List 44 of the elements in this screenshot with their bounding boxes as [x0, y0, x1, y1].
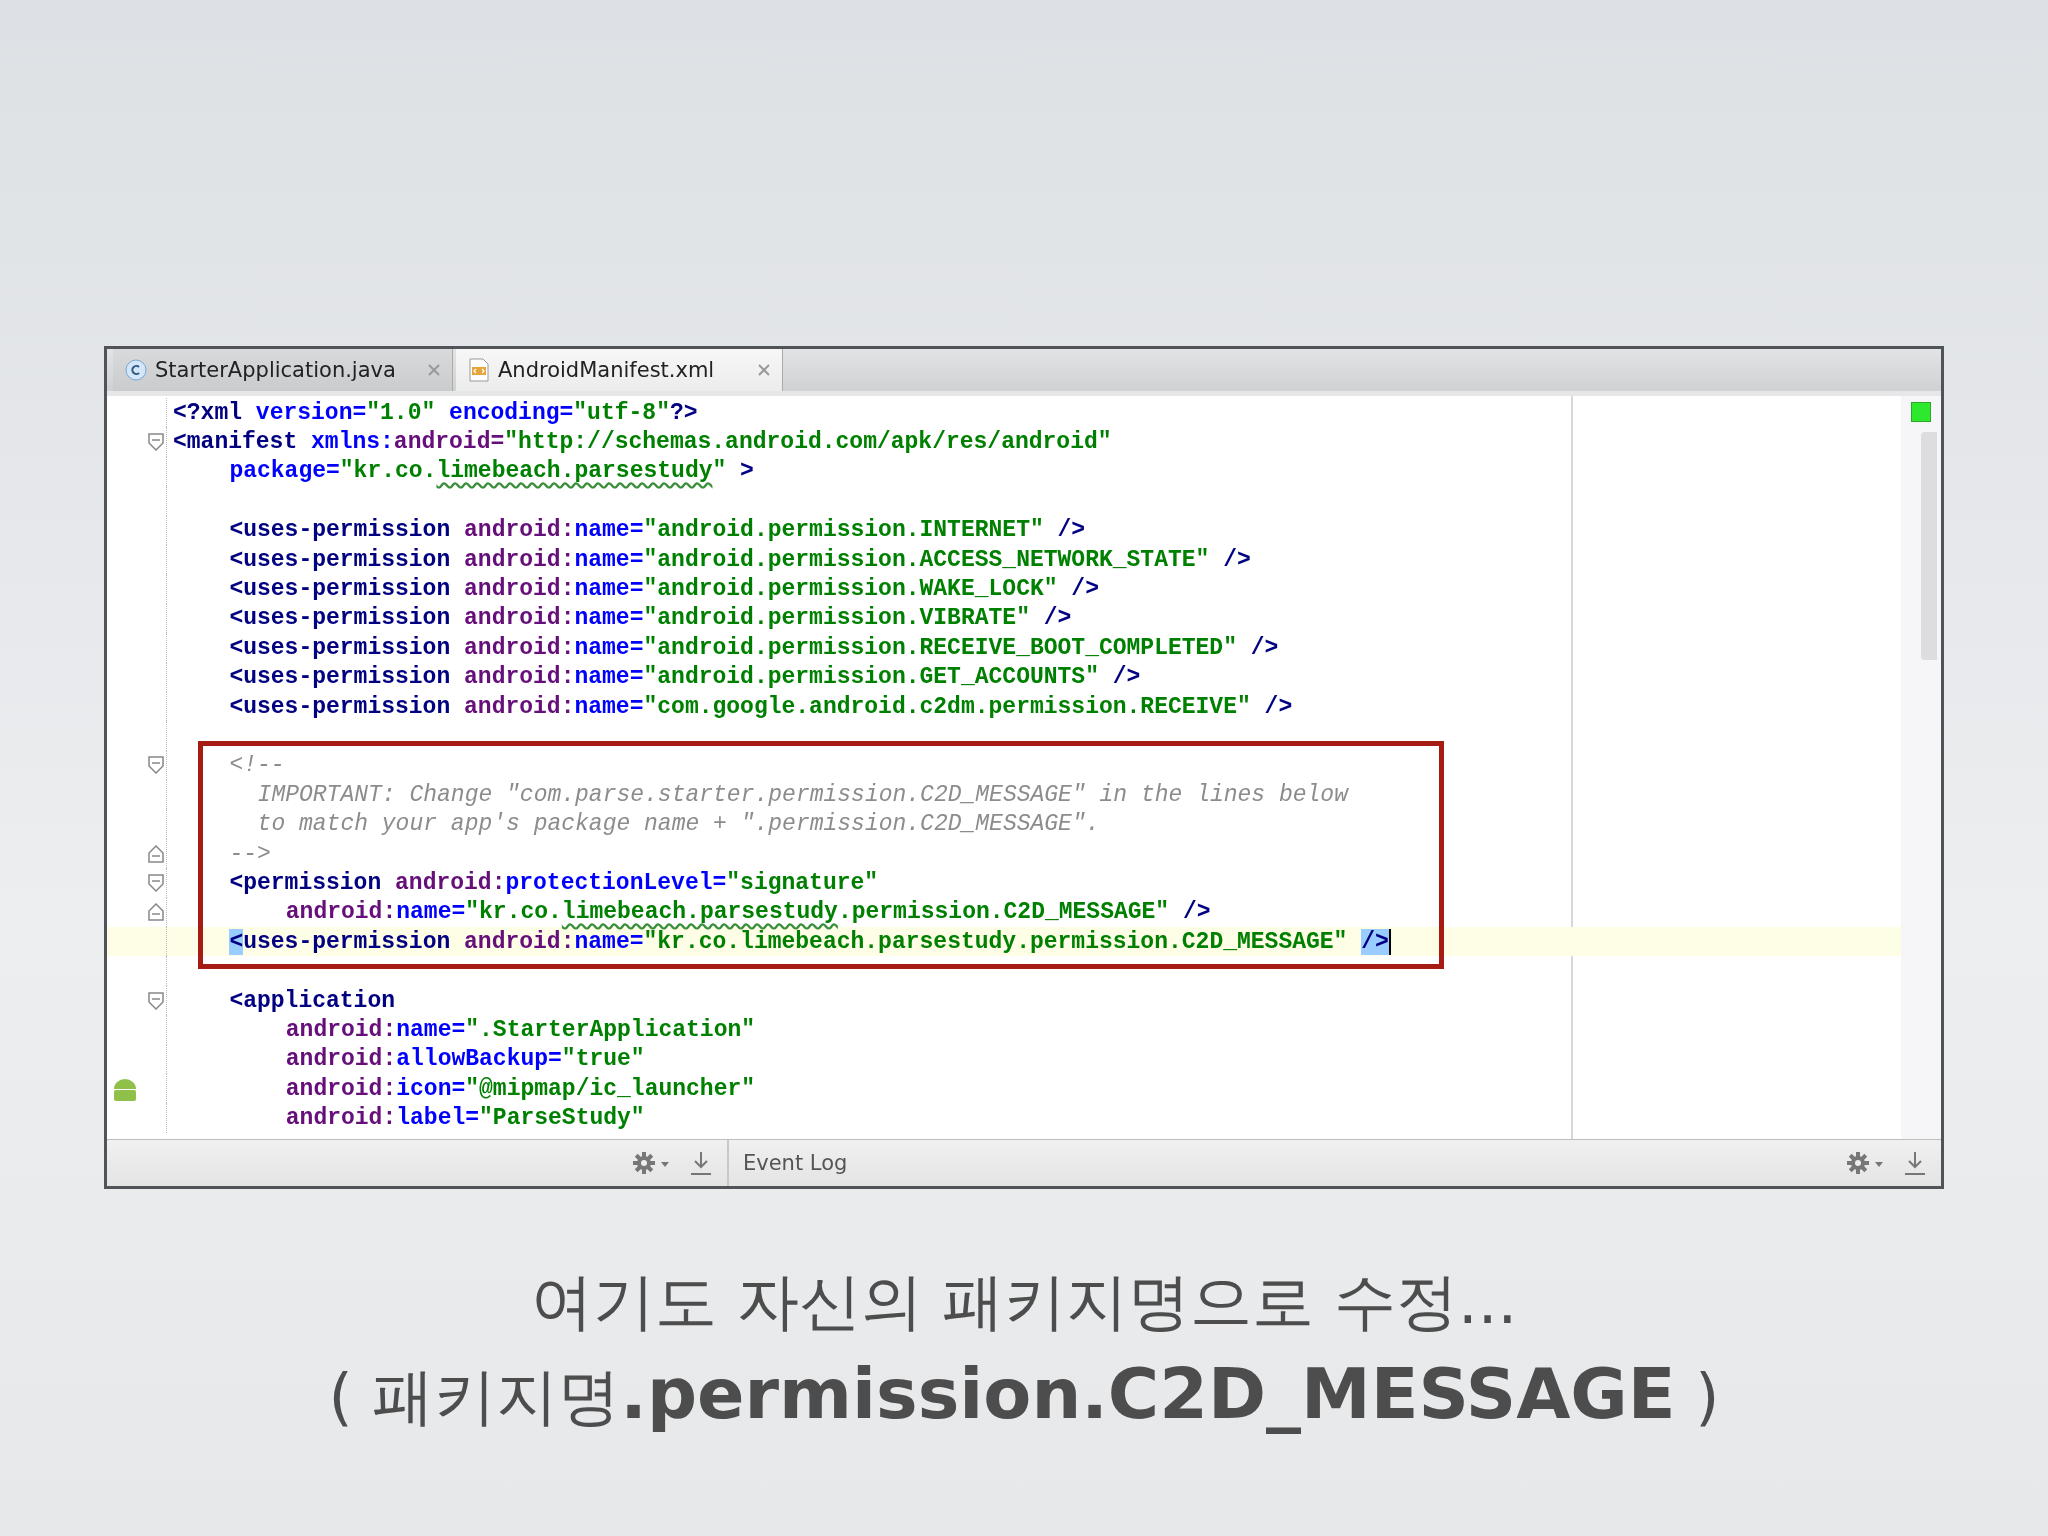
download-icon[interactable]	[1903, 1150, 1927, 1176]
code-line: android:allowBackup="true"	[284, 1045, 645, 1074]
code-line: <uses-permission android:name="android.permission.INTERNET" />	[228, 516, 1086, 545]
close-icon[interactable]	[758, 364, 770, 376]
code-line: <uses-permission android:name="android.permission.WAKE_LOCK" />	[228, 575, 1099, 604]
settings-icon[interactable]	[1847, 1151, 1885, 1175]
code-line: <uses-permission android:name="android.permission.GET_ACCOUNTS" />	[228, 663, 1141, 692]
close-icon[interactable]	[428, 364, 440, 376]
event-log-label[interactable]: Event Log	[743, 1151, 848, 1175]
class-icon	[125, 359, 147, 381]
fold-icon[interactable]	[148, 991, 164, 1010]
xml-file-icon	[468, 358, 490, 382]
code-line: <manifest xmlns:android="http://schemas.android.com/apk/res/android"	[172, 428, 1112, 457]
fold-icon[interactable]	[148, 903, 164, 922]
fold-icon[interactable]	[148, 873, 164, 892]
fold-icon[interactable]	[148, 756, 164, 775]
scrollbar-thumb[interactable]	[1921, 432, 1937, 660]
code-line: <?xml version="1.0" encoding="utf-8"?>	[172, 398, 698, 428]
fold-icon[interactable]	[148, 433, 164, 452]
code-line: <uses-permission android:name="android.permission.ACCESS_NETWORK_STATE" />	[228, 545, 1251, 575]
code-line: android:label="ParseStudy"	[284, 1104, 645, 1133]
editor-tab[interactable]: StarterApplication.java	[113, 349, 453, 391]
caption-text: ( 패키지명.permission.C2D_MESSAGE )	[328, 1353, 1720, 1437]
code-line: -->	[228, 839, 271, 869]
fold-icon[interactable]	[148, 844, 164, 863]
code-line: <!--	[228, 751, 285, 781]
code-line: <application	[228, 986, 396, 1016]
caption-text: 여기도 자신의 패키지명으로 수정...	[530, 1264, 1518, 1340]
status-indicator	[1911, 402, 1931, 422]
code-line: <uses-permission android:name="kr.co.limebeach.parsestudy.permission.C2D_MESSAGE" />	[228, 927, 1391, 957]
code-line: <uses-permission android:name="android.permission.RECEIVE_BOOT_COMPLETED" />	[228, 633, 1279, 663]
android-icon[interactable]	[111, 1076, 139, 1101]
code-line: android:icon="@mipmap/ic_launcher"	[284, 1074, 756, 1104]
code-line: package="kr.co.limebeach.parsestudy" >	[228, 457, 754, 487]
settings-icon[interactable]	[633, 1151, 671, 1175]
code-line: to match your app's package name + ".permission.C2D_MESSAGE".	[256, 810, 1100, 839]
code-line: android:name="kr.co.limebeach.parsestudy.permission.C2D_MESSAGE" />	[284, 898, 1211, 928]
code-line: android:name=".StarterApplication"	[284, 1015, 756, 1045]
code-line: <uses-permission android:name="android.permission.VIBRATE" />	[228, 604, 1072, 634]
editor-tab[interactable]: AndroidManifest.xml	[456, 349, 783, 391]
download-icon[interactable]	[689, 1150, 713, 1176]
code-line: <uses-permission android:name="com.google.android.c2dm.permission.RECEIVE" />	[228, 692, 1293, 722]
code-line: IMPORTANT: Change "com.parse.starter.permission.C2D_MESSAGE" in the lines below	[256, 780, 1348, 810]
code-line: <permission android:protectionLevel="signature"	[228, 868, 879, 898]
